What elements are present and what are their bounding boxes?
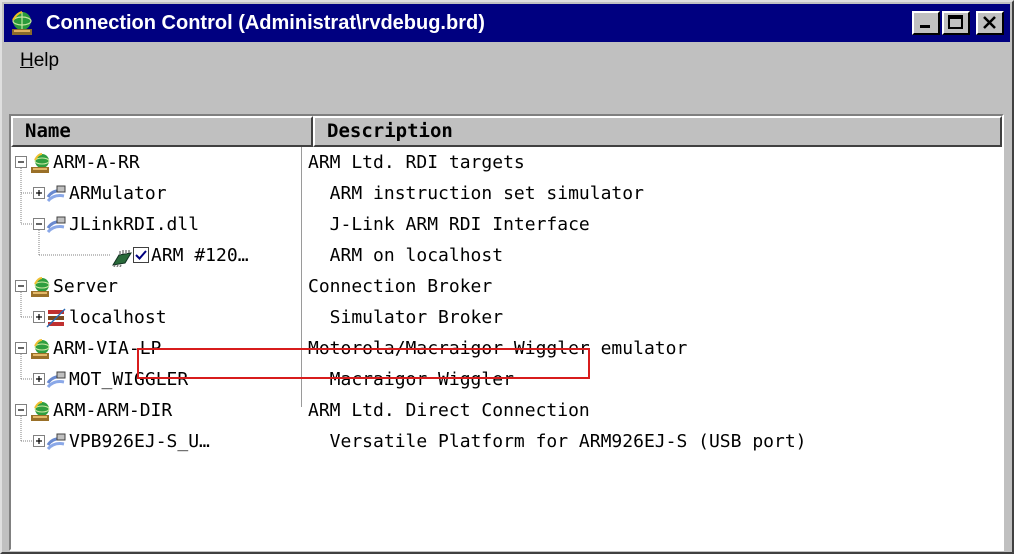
network-globe-icon <box>31 339 50 359</box>
tree-row[interactable]: ARM-VIA-LP Motorola/Macraigor Wiggler emu… <box>11 333 1002 364</box>
collapse-toggle-icon[interactable] <box>15 280 27 292</box>
network-globe-icon <box>31 401 50 421</box>
tree-item-description: J-Link ARM RDI Interface <box>308 214 590 235</box>
title-bar[interactable]: Connection Control (Administrat\rvdebug.… <box>4 4 1010 42</box>
tree-row[interactable]: localhost Simulator Broker <box>11 302 1002 333</box>
tree-row[interactable]: VPB926EJ-S_U… Versatile Platform for ARM… <box>11 426 1002 457</box>
expand-toggle-icon[interactable] <box>33 435 45 447</box>
tree-item-description: Simulator Broker <box>308 307 504 328</box>
tree-row[interactable]: ARM-ARM-DIR ARM Ltd. Direct Connection <box>11 395 1002 426</box>
tree-item-description: ARM Ltd. Direct Connection <box>308 400 590 421</box>
driver-icon <box>46 185 66 203</box>
expand-toggle-icon[interactable] <box>33 187 45 199</box>
menu-bar: Help <box>4 44 1010 78</box>
tree-item-name[interactable]: VPB926EJ-S_U… <box>69 426 210 457</box>
close-icon <box>983 16 996 29</box>
network-globe-icon <box>31 153 50 173</box>
tree-item-description: Motorola/Macraigor Wiggler emulator <box>308 338 688 359</box>
tree-row[interactable]: ARM-A-RR ARM Ltd. RDI targets <box>11 147 1002 178</box>
menu-help-label-rest: elp <box>33 50 60 71</box>
column-divider <box>301 147 302 407</box>
minimize-button[interactable] <box>912 11 940 35</box>
tree-item-description: Macraigor Wiggler <box>308 369 514 390</box>
tree-item-description: Versatile Platform for ARM926EJ-S (USB p… <box>308 431 807 452</box>
collapse-toggle-icon[interactable] <box>33 218 45 230</box>
tree-row[interactable]: Server Connection Broker <box>11 271 1002 302</box>
tree-row[interactable]: JLinkRDI.dll J-Link ARM RDI Interface <box>11 209 1002 240</box>
tree-item-name[interactable]: ARM-ARM-DIR <box>53 395 172 426</box>
tree-row[interactable]: ARM #120… ARM on localhost <box>11 240 1002 271</box>
tree-item-name[interactable]: JLinkRDI.dll <box>69 209 199 240</box>
chip-icon <box>112 250 132 267</box>
driver-icon <box>46 371 66 389</box>
tree-item-description: ARM instruction set simulator <box>308 183 644 204</box>
connection-checkbox[interactable] <box>133 247 149 263</box>
menu-help-accelerator: H <box>20 50 34 71</box>
tree-item-description: ARM Ltd. RDI targets <box>308 152 525 173</box>
window-title: Connection Control (Administrat\rvdebug.… <box>46 12 485 34</box>
connection-control-window: Connection Control (Administrat\rvdebug.… <box>0 0 1014 554</box>
tree-item-description: ARM on localhost <box>308 245 504 266</box>
app-icon <box>12 11 32 35</box>
tree-row[interactable]: ARMulator ARM instruction set simulator <box>11 178 1002 209</box>
tree-item-description: Connection Broker <box>308 276 493 297</box>
close-button[interactable] <box>976 11 1004 35</box>
expand-toggle-icon[interactable] <box>33 311 45 323</box>
driver-icon <box>46 216 66 234</box>
connection-tree-list[interactable]: Name Description ARM-A-RR ARM Ltd. RDI ta… <box>9 114 1004 551</box>
collapse-toggle-icon[interactable] <box>15 404 27 416</box>
driver-icon <box>46 433 66 451</box>
tree-item-name[interactable]: MOT_WIGGLER <box>69 364 188 395</box>
list-header: Name Description <box>11 116 1002 147</box>
tree-row[interactable]: MOT_WIGGLER Macraigor Wiggler <box>11 364 1002 395</box>
maximize-button[interactable] <box>942 11 970 35</box>
tree-item-name[interactable]: ARMulator <box>69 178 167 209</box>
broker-icon <box>46 308 66 328</box>
column-header-name[interactable]: Name <box>11 116 313 147</box>
collapse-toggle-icon[interactable] <box>15 156 27 168</box>
tree-body: ARM-A-RR ARM Ltd. RDI targets ARMulator AR… <box>11 147 1002 549</box>
network-globe-icon <box>31 277 50 297</box>
expand-toggle-icon[interactable] <box>33 373 45 385</box>
menu-help[interactable]: Help <box>14 48 65 74</box>
tree-item-name[interactable]: localhost <box>69 302 167 333</box>
tree-item-name[interactable]: Server <box>53 271 118 302</box>
collapse-toggle-icon[interactable] <box>15 342 27 354</box>
column-header-description[interactable]: Description <box>313 116 1002 147</box>
maximize-icon <box>948 15 963 29</box>
tree-item-name[interactable]: ARM-A-RR <box>53 147 140 178</box>
minimize-icon <box>920 25 930 28</box>
tree-item-name[interactable]: ARM #120… <box>151 240 249 271</box>
tree-item-name[interactable]: ARM-VIA-LP <box>53 333 161 364</box>
